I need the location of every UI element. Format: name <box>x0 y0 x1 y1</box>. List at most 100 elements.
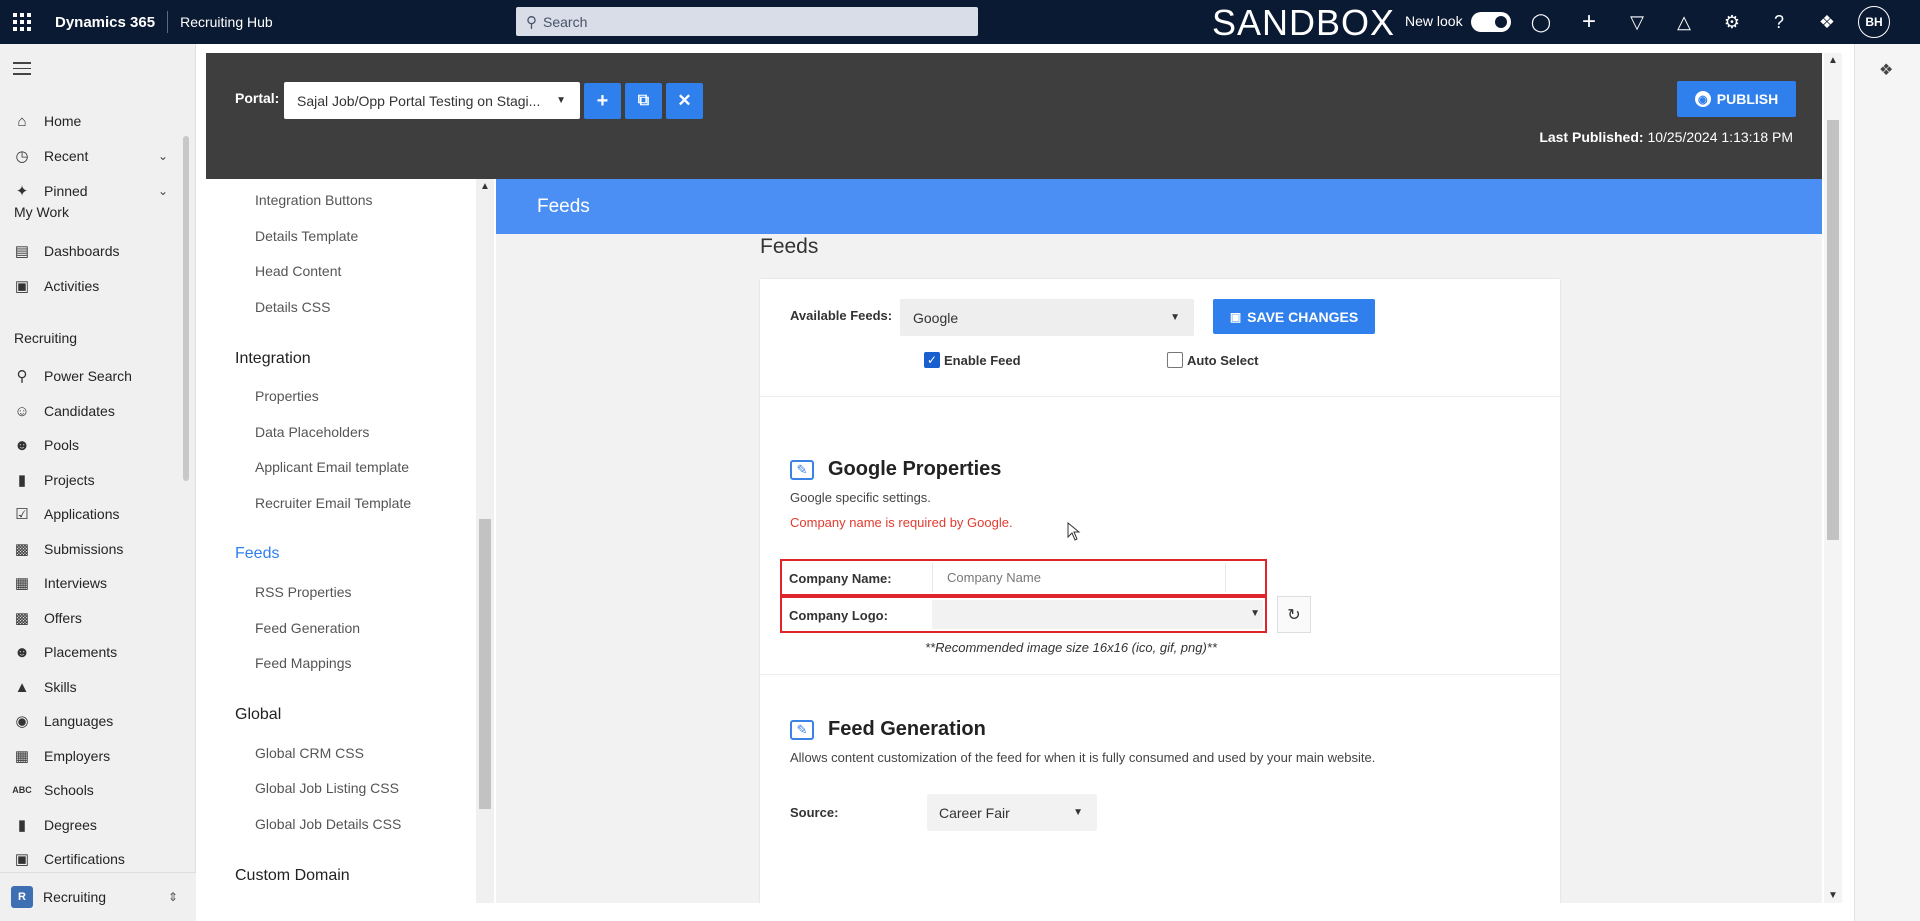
nav-item-label: Certifications <box>44 851 125 867</box>
save-changes-label: SAVE CHANGES <box>1247 308 1359 325</box>
nav-degrees[interactable]: ▮ Degrees <box>0 808 180 842</box>
available-feeds-select[interactable]: Google ▼ <box>900 299 1194 336</box>
nav-recent[interactable]: ◷ Recent ⌄ <box>0 139 180 173</box>
tree-item-recruiter-email[interactable]: Recruiter Email Template <box>255 495 411 511</box>
source-select[interactable]: Career Fair ▼ <box>927 794 1097 831</box>
source-label: Source: <box>790 805 839 820</box>
briefcase-icon: ▮ <box>17 472 27 489</box>
company-name-row: Company Name: Company Name <box>780 559 1267 596</box>
nav-schools[interactable]: ABC Schools <box>0 773 180 807</box>
add-portal-button[interactable]: + <box>584 83 621 119</box>
nav-dashboards[interactable]: ▤ Dashboards <box>0 234 180 268</box>
copilot-icon[interactable]: ❖ <box>1879 60 1893 80</box>
nav-interviews[interactable]: ▦ Interviews <box>0 566 180 600</box>
nav-offers[interactable]: ▩ Offers <box>0 601 180 635</box>
nav-placements[interactable]: ☻ Placements <box>0 635 180 669</box>
refresh-logo-button[interactable]: ↻ <box>1277 596 1311 633</box>
hamburger-icon[interactable] <box>13 62 31 79</box>
tree-item-feed-mappings[interactable]: Feed Mappings <box>255 655 352 671</box>
divider <box>167 11 169 33</box>
nav-skills[interactable]: ▲ Skills <box>0 670 180 704</box>
tree-section-feeds[interactable]: Feeds <box>235 545 279 563</box>
filter-icon[interactable]: ▽ <box>1624 9 1650 35</box>
enable-feed-checkbox[interactable]: ✓ <box>924 352 940 368</box>
tree-item-details-css[interactable]: Details CSS <box>255 299 330 315</box>
tree-item-head-content[interactable]: Head Content <box>255 263 341 279</box>
nav-power-search[interactable]: ⚲ Power Search <box>0 359 180 393</box>
tree-scrollbar[interactable]: ▲ <box>476 179 494 903</box>
tree-item-rss-properties[interactable]: RSS Properties <box>255 584 351 600</box>
calendar-icon: ▦ <box>14 575 30 592</box>
nav-projects[interactable]: ▮ Projects <box>0 463 180 497</box>
lightbulb-icon[interactable]: ◯ <box>1528 9 1554 35</box>
app-name[interactable]: Recruiting Hub <box>180 14 273 30</box>
nav-submissions[interactable]: ▩ Submissions <box>0 532 180 566</box>
gear-icon[interactable]: ⚙ <box>1719 9 1745 35</box>
area-name: Recruiting <box>43 889 107 905</box>
nav-pinned[interactable]: ✦ Pinned ⌄ <box>0 174 180 208</box>
dashboard-icon: ▤ <box>14 243 30 260</box>
brand-name[interactable]: Dynamics 365 <box>55 14 155 31</box>
nav-candidates[interactable]: ☺ Candidates <box>0 394 180 428</box>
image-size-hint: **Recommended image size 16x16 (ico, gif… <box>925 640 1217 655</box>
company-logo-select[interactable]: ▼ <box>932 600 1263 629</box>
nav-item-label: Pools <box>44 437 80 453</box>
main-scrollbar[interactable]: ▲ ▼ <box>1824 53 1842 903</box>
company-name-error: Company name is required by Google. <box>790 515 1013 530</box>
save-changes-button[interactable]: ▣ SAVE CHANGES <box>1213 299 1375 334</box>
copilot-icon[interactable]: ❖ <box>1814 9 1840 35</box>
tree-item-global-job-details-css[interactable]: Global Job Details CSS <box>255 816 401 832</box>
nav-languages[interactable]: ◉ Languages <box>0 704 180 738</box>
document-icon: ▩ <box>14 610 30 627</box>
tree-item-global-crm-css[interactable]: Global CRM CSS <box>255 745 364 761</box>
scroll-down-icon[interactable]: ▼ <box>1828 890 1838 901</box>
delete-portal-button[interactable]: ✕ <box>666 83 703 119</box>
nav-scrollbar[interactable] <box>183 136 189 481</box>
search-input[interactable]: ⚲ Search <box>516 7 978 36</box>
nav-home[interactable]: ⌂ Home <box>0 104 180 138</box>
tree-item-details-template[interactable]: Details Template <box>255 228 358 244</box>
portal-select[interactable]: Sajal Job/Opp Portal Testing on Stagi...… <box>284 82 580 119</box>
tree-item-integration-buttons[interactable]: Integration Buttons <box>255 192 373 208</box>
tree-section-integration[interactable]: Integration <box>235 350 311 368</box>
search-placeholder: Search <box>543 13 588 30</box>
book-icon: ▮ <box>17 817 27 834</box>
plus-icon[interactable]: + <box>1576 9 1602 35</box>
tree-item-applicant-email[interactable]: Applicant Email template <box>255 459 409 475</box>
tree-item-data-placeholders[interactable]: Data Placeholders <box>255 424 369 440</box>
new-look-toggle[interactable] <box>1471 12 1511 32</box>
copy-portal-button[interactable]: ⧉ <box>625 83 662 119</box>
nav-activities[interactable]: ▣ Activities <box>0 269 180 303</box>
tree-scroll-thumb[interactable] <box>479 519 491 809</box>
nav-item-label: Degrees <box>44 817 97 833</box>
caret-down-icon: ▼ <box>1250 608 1260 619</box>
feed-generation-desc: Allows content customization of the feed… <box>790 750 1376 765</box>
divider <box>760 674 1560 675</box>
chevron-down-icon[interactable]: ⌄ <box>158 184 168 198</box>
tree-item-feed-generation[interactable]: Feed Generation <box>255 620 360 636</box>
auto-select-checkbox[interactable] <box>1167 352 1183 368</box>
scroll-up-icon[interactable]: ▲ <box>480 181 490 192</box>
tree-section-global[interactable]: Global <box>235 706 281 724</box>
help-icon[interactable]: ? <box>1766 9 1792 35</box>
app-launcher-button[interactable] <box>0 0 44 44</box>
scroll-up-icon[interactable]: ▲ <box>1828 55 1838 66</box>
last-published-value: 10/25/2024 1:13:18 PM <box>1647 129 1793 145</box>
nav-item-label: Employers <box>44 748 111 764</box>
main-scroll-thumb[interactable] <box>1827 120 1839 540</box>
refresh-icon: ↻ <box>1287 606 1301 624</box>
company-name-input[interactable]: Company Name <box>932 563 1226 592</box>
tree-section-custom-domain[interactable]: Custom Domain <box>235 867 350 885</box>
bell-icon[interactable]: △ <box>1671 9 1697 35</box>
nav-pools[interactable]: ☻ Pools <box>0 428 180 462</box>
certificate-icon: ▣ <box>14 851 30 868</box>
nav-applications[interactable]: ☑ Applications <box>0 497 180 531</box>
publish-button[interactable]: ◉ PUBLISH <box>1677 81 1796 117</box>
nav-employers[interactable]: ▦ Employers <box>0 739 180 773</box>
nav-certifications[interactable]: ▣ Certifications <box>0 842 180 876</box>
tree-item-global-job-listing-css[interactable]: Global Job Listing CSS <box>255 780 399 796</box>
tree-item-properties[interactable]: Properties <box>255 388 319 404</box>
user-avatar[interactable]: BH <box>1858 6 1890 38</box>
area-switcher[interactable]: R Recruiting ⇕ <box>0 872 196 921</box>
chevron-down-icon[interactable]: ⌄ <box>158 149 168 163</box>
